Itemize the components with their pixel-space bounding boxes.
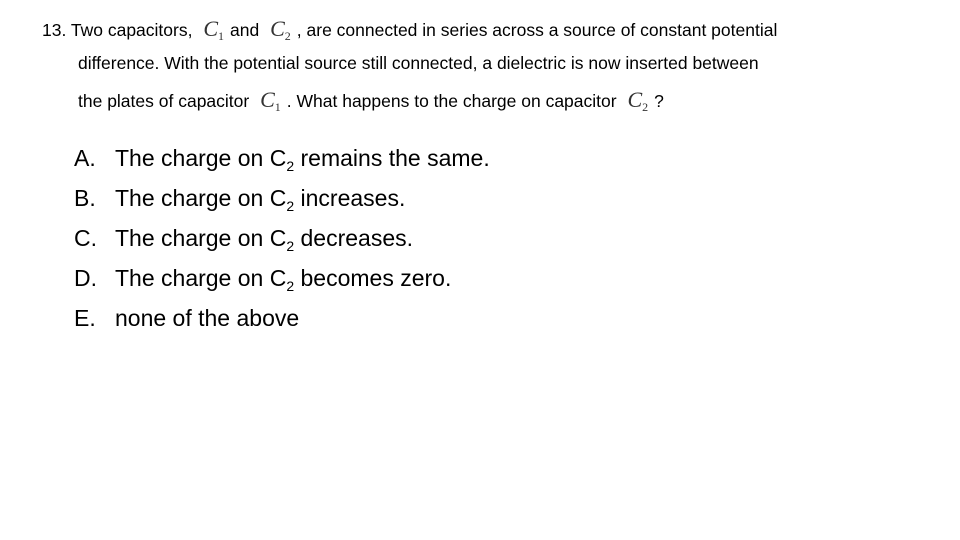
math-c2: C2 (627, 87, 649, 114)
option-letter: A. (74, 145, 96, 171)
question-text: the plates of capacitor (78, 91, 250, 111)
option-letter: E. (74, 305, 96, 331)
question-number: 13. (42, 20, 67, 40)
math-c2: C2 (270, 16, 291, 43)
option-text: The charge on C2 becomes zero. (115, 265, 452, 294)
question-line-3: the plates of capacitor C1. What happens… (78, 87, 664, 115)
question-text: Two capacitors, (70, 20, 193, 40)
question-line-2: difference. With the potential source st… (78, 53, 759, 73)
question-text: , are connected in series across a sourc… (296, 20, 778, 40)
option-text: The charge on C2 increases. (115, 185, 406, 214)
option-text: The charge on C2 decreases. (115, 225, 414, 254)
question-text: and (230, 20, 260, 40)
option-letter: C. (74, 225, 97, 251)
math-c1: C1 (260, 87, 281, 114)
option-letter: B. (74, 185, 96, 211)
question-text: ? (654, 91, 664, 111)
option-text: none of the above (115, 305, 300, 331)
math-c1: C1 (203, 16, 225, 43)
option-letter: D. (74, 265, 97, 291)
option-text: The charge on C2 remains the same. (115, 145, 490, 174)
question-line-1: 13. Two capacitors, C1 and C2, are connec… (42, 16, 777, 44)
question-text: . What happens to the charge on capacito… (286, 91, 617, 111)
